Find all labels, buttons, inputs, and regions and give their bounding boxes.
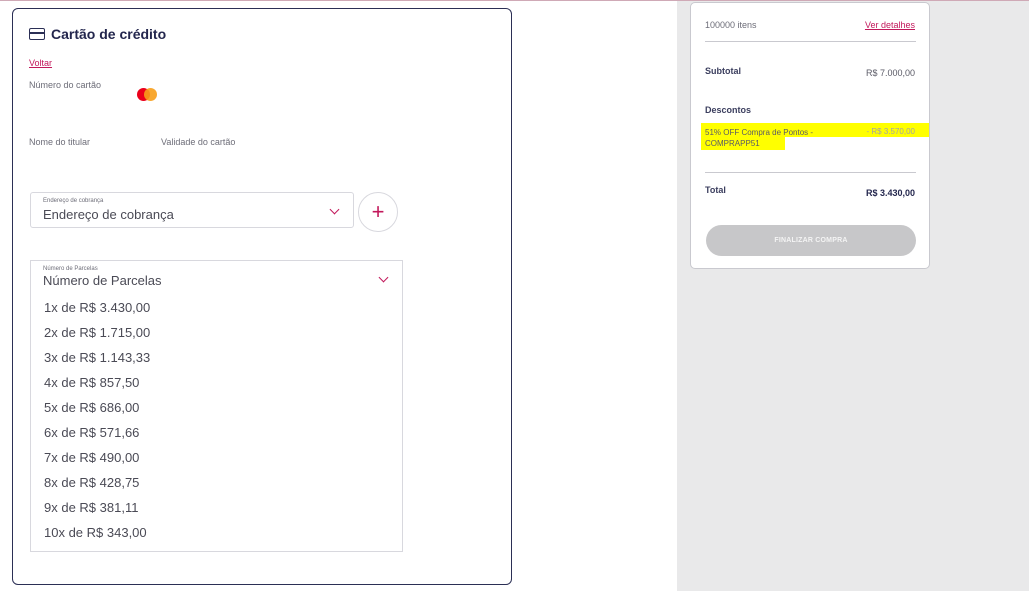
subtotal-label: Subtotal bbox=[705, 66, 741, 76]
mastercard-icon bbox=[137, 88, 157, 101]
divider bbox=[705, 41, 916, 42]
finish-purchase-button[interactable]: FINALIZAR COMPRA bbox=[706, 225, 916, 256]
installment-option[interactable]: 5x de R$ 686,00 bbox=[44, 400, 139, 415]
chevron-down-icon bbox=[329, 204, 340, 215]
divider bbox=[705, 172, 916, 173]
billing-address-floating-label: Endereço de cobrança bbox=[43, 198, 104, 204]
expiry-label: Validade do cartão bbox=[161, 137, 236, 147]
installments-floating-label: Número de Parcelas bbox=[43, 266, 98, 272]
installment-option[interactable]: 6x de R$ 571,66 bbox=[44, 425, 139, 440]
installments-select[interactable]: Número de Parcelas Número de Parcelas 1x… bbox=[30, 260, 403, 552]
discount-code: COMPRAPP51 bbox=[705, 139, 760, 148]
back-link[interactable]: Voltar bbox=[29, 58, 52, 68]
subtotal-value: R$ 7.000,00 bbox=[865, 68, 915, 78]
installment-option[interactable]: 7x de R$ 490,00 bbox=[44, 450, 139, 465]
panel-title: Cartão de crédito bbox=[51, 26, 167, 42]
discount-value: - R$ 3.570,00 bbox=[866, 127, 915, 136]
billing-address-select[interactable]: Endereço de cobrança Endereço de cobranç… bbox=[30, 192, 354, 228]
installment-option[interactable]: 10x de R$ 343,00 bbox=[44, 525, 147, 540]
holder-name-label: Nome do titular bbox=[29, 137, 91, 147]
total-value: R$ 3.430,00 bbox=[865, 188, 915, 198]
view-details-link[interactable]: Ver detalhes bbox=[865, 20, 915, 30]
card-number-label: Número do cartão bbox=[29, 80, 102, 90]
add-address-button[interactable]: + bbox=[358, 192, 398, 232]
discount-line: 51% OFF Compra de Pontos - bbox=[705, 128, 814, 137]
items-count: 100000 itens bbox=[705, 20, 757, 30]
installment-option[interactable]: 9x de R$ 381,11 bbox=[44, 500, 138, 515]
discounts-label: Descontos bbox=[705, 105, 752, 115]
installment-option[interactable]: 4x de R$ 857,50 bbox=[44, 375, 139, 390]
installment-option[interactable]: 3x de R$ 1.143,33 bbox=[44, 350, 150, 365]
discount-description: 51% OFF Compra de Pontos - COMPRAPP51 bbox=[705, 127, 845, 149]
credit-card-panel: Cartão de crédito Voltar Número do cartã… bbox=[12, 8, 512, 585]
installment-option[interactable]: 2x de R$ 1.715,00 bbox=[44, 325, 150, 340]
installment-option[interactable]: 1x de R$ 3.430,00 bbox=[44, 300, 150, 315]
order-summary: 100000 itens Ver detalhes Subtotal R$ 7.… bbox=[690, 2, 930, 269]
total-label: Total bbox=[705, 185, 726, 195]
panel-header: Cartão de crédito bbox=[29, 26, 166, 42]
installment-option[interactable]: 8x de R$ 428,75 bbox=[44, 475, 139, 490]
installments-value: Número de Parcelas bbox=[43, 273, 162, 288]
chevron-down-icon bbox=[378, 272, 389, 283]
credit-card-icon bbox=[29, 28, 45, 40]
billing-address-value: Endereço de cobrança bbox=[43, 207, 174, 222]
